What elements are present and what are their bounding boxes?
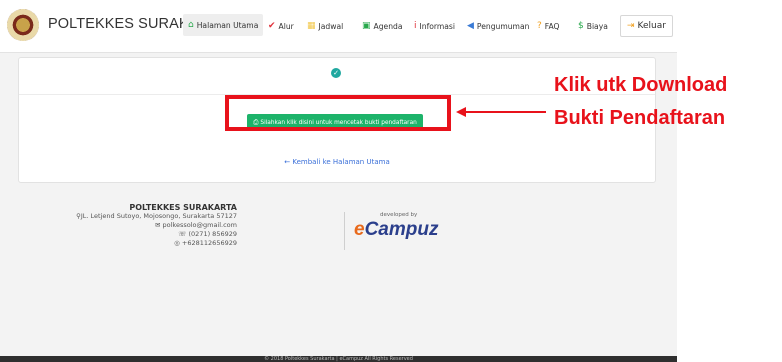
question-icon: ? [537,20,542,31]
footer-phone: ☏ (0271) 856929 [178,230,237,238]
footer-contact: POLTEKKES SURAKARTA ⚲JL. Letjend Sutoyo,… [76,203,237,248]
annotation-arrow [464,111,546,113]
home-icon: ⌂ [188,19,194,30]
envelope-icon: ✉ [155,221,163,229]
annotation-line-1: Klik utk Download [554,74,728,96]
nav-jadwal[interactable]: ▦ Jadwal [307,18,343,34]
nav-alur[interactable]: ✔ Alur [268,18,294,34]
nav-label: Halaman Utama [196,20,259,30]
nav-faq[interactable]: ? FAQ [537,18,560,34]
footer-email: ✉ polkessolo@gmail.com [155,221,237,229]
dollar-icon: $ [578,20,584,31]
nav-halaman-utama[interactable]: ⌂ Halaman Utama [183,14,264,36]
nav-informasi[interactable]: i Informasi [414,18,455,34]
success-check-icon: ✓ [331,68,341,78]
calendar-icon: ▦ [307,20,316,31]
back-home-link[interactable]: ← Kembali ke Halaman Utama [19,158,655,166]
developed-by-label: developed by [380,212,418,218]
top-navbar: POLTEKKES SURAKARTA ⌂ Halaman Utama ✔ Alur ▦… [0,0,677,53]
back-home-label: Kembali ke Halaman Utama [292,158,390,166]
ecampuz-logo: eCampuz [354,219,439,240]
nav-label: Agenda [373,21,403,31]
footer-title: POLTEKKES SURAKARTA [129,203,237,212]
nav-label: Alur [278,21,294,31]
info-icon: i [414,20,417,31]
nav-label: Jadwal [318,21,344,31]
phone-icon: ☏ [178,230,189,238]
nav-label: Pengumuman [476,21,530,31]
calendar-check-icon: ▣ [362,20,371,31]
nav-pengumuman[interactable]: ◀ Pengumuman [467,18,529,34]
footer-whatsapp: ◎ +628112656929 [174,239,237,247]
nav-biaya[interactable]: $ Biaya [578,18,608,34]
copyright-bar: © 2018 Poltekkes Surakarta | eCampuz All… [0,356,677,362]
sign-out-icon: ⇥ [627,20,635,31]
annotation-line-2: Bukti Pendaftaran [554,107,726,129]
check-icon: ✔ [268,20,276,31]
annotation-arrowhead [456,107,466,117]
nav-label: FAQ [544,21,560,31]
whatsapp-icon: ◎ [174,239,182,247]
nav-agenda[interactable]: ▣ Agenda [362,18,403,34]
nav-label: Biaya [586,21,608,31]
college-logo[interactable] [7,9,39,41]
logout-label: Keluar [637,21,666,31]
arrow-left-icon: ← [284,158,291,166]
page: POLTEKKES SURAKARTA ⌂ Halaman Utama ✔ Alur ▦… [0,0,677,362]
footer-divider [344,212,345,250]
highlight-box [225,95,451,131]
nav-label: Informasi [419,21,455,31]
megaphone-icon: ◀ [467,20,474,31]
footer-address: ⚲JL. Letjend Sutoyo, Mojosongo, Surakart… [76,212,237,220]
logout-button[interactable]: ⇥ Keluar [620,15,673,37]
